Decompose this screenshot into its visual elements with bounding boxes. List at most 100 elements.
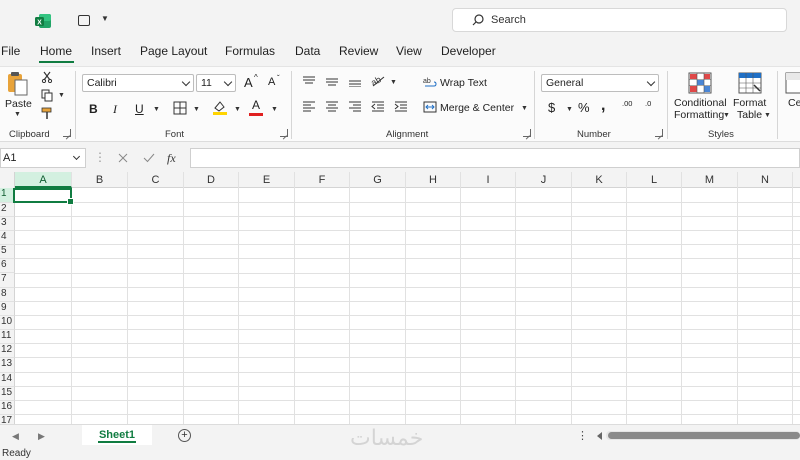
paste-dropdown-icon[interactable]: ▼ bbox=[14, 111, 21, 118]
orientation-dropdown-icon[interactable]: ▼ bbox=[390, 79, 397, 86]
format-as-table-label-1[interactable]: Format bbox=[733, 97, 766, 109]
tab-developer[interactable]: Developer bbox=[441, 44, 496, 58]
italic-button[interactable]: I bbox=[113, 103, 117, 115]
conditional-formatting-icon[interactable] bbox=[688, 72, 712, 94]
row-header[interactable]: 4 bbox=[0, 231, 15, 245]
decrease-indent-icon[interactable] bbox=[371, 101, 385, 113]
tab-home[interactable]: Home bbox=[40, 44, 72, 58]
confirm-edit-icon[interactable] bbox=[143, 153, 155, 163]
conditional-formatting-label-2[interactable]: Formatting bbox=[674, 109, 724, 121]
cell-area[interactable] bbox=[15, 188, 800, 424]
column-header[interactable]: J bbox=[516, 172, 572, 188]
conditional-formatting-dropdown-icon[interactable]: ▼ bbox=[723, 112, 730, 119]
insert-function-button[interactable]: fx bbox=[167, 151, 176, 166]
clipboard-dialog-launcher-icon[interactable] bbox=[63, 129, 71, 137]
column-header[interactable]: M bbox=[682, 172, 738, 188]
borders-icon[interactable] bbox=[173, 101, 187, 115]
merge-center-button[interactable]: Merge & Center bbox=[440, 102, 514, 114]
tab-view[interactable]: View bbox=[396, 44, 422, 58]
tab-insert[interactable]: Insert bbox=[91, 44, 121, 58]
orientation-icon[interactable]: ab bbox=[370, 73, 386, 87]
fill-color-dropdown-icon[interactable]: ▼ bbox=[234, 106, 241, 113]
percent-style-button[interactable]: % bbox=[578, 101, 590, 114]
increase-indent-icon[interactable] bbox=[394, 101, 408, 113]
accounting-dropdown-icon[interactable]: ▼ bbox=[566, 106, 573, 113]
increase-font-size-icon[interactable]: A bbox=[244, 76, 253, 89]
merge-center-dropdown-icon[interactable]: ▼ bbox=[521, 105, 528, 112]
column-header[interactable]: C bbox=[128, 172, 184, 188]
cell-styles-icon[interactable] bbox=[785, 72, 800, 94]
number-dialog-launcher-icon[interactable] bbox=[655, 129, 663, 137]
font-name-select[interactable]: Calibri bbox=[82, 74, 194, 92]
copy-dropdown-icon[interactable]: ▼ bbox=[58, 92, 65, 99]
wrap-text-button[interactable]: Wrap Text bbox=[440, 77, 487, 89]
row-header[interactable]: 2 bbox=[0, 203, 15, 217]
paste-icon[interactable] bbox=[6, 71, 30, 97]
align-middle-icon[interactable] bbox=[325, 75, 339, 87]
decrease-font-size-icon[interactable]: A bbox=[268, 77, 275, 88]
tab-review[interactable]: Review bbox=[339, 44, 378, 58]
bold-button[interactable]: B bbox=[89, 103, 98, 115]
font-size-select[interactable]: 11 bbox=[196, 74, 236, 92]
format-painter-icon[interactable] bbox=[41, 107, 54, 120]
number-format-select[interactable]: General bbox=[541, 74, 659, 92]
align-top-icon[interactable] bbox=[302, 75, 316, 87]
column-header[interactable]: B bbox=[72, 172, 128, 188]
format-as-table-icon[interactable] bbox=[738, 72, 762, 94]
quick-access-window-icon[interactable] bbox=[78, 15, 90, 26]
row-header[interactable]: 3 bbox=[0, 217, 15, 231]
align-bottom-icon[interactable] bbox=[348, 75, 362, 87]
formula-input[interactable] bbox=[190, 148, 800, 168]
accounting-format-button[interactable]: $ bbox=[548, 101, 555, 114]
wrap-text-icon[interactable]: ab bbox=[423, 75, 437, 89]
underline-button[interactable]: U bbox=[135, 103, 144, 115]
add-sheet-icon[interactable]: + bbox=[178, 429, 191, 442]
name-box[interactable]: A1 bbox=[0, 148, 86, 168]
sheet-tab-sheet1[interactable]: Sheet1 bbox=[82, 425, 152, 445]
row-header[interactable]: 6 bbox=[0, 259, 15, 273]
row-header[interactable]: 8 bbox=[0, 288, 15, 302]
next-sheet-icon[interactable]: ▶ bbox=[38, 431, 45, 442]
decrease-decimal-button[interactable]: .0 bbox=[645, 100, 651, 108]
column-header[interactable]: L bbox=[627, 172, 682, 188]
column-header[interactable]: G bbox=[350, 172, 406, 188]
conditional-formatting-label-1[interactable]: Conditional bbox=[674, 97, 727, 109]
font-color-dropdown-icon[interactable]: ▼ bbox=[271, 106, 278, 113]
column-header[interactable]: I bbox=[461, 172, 516, 188]
row-header[interactable]: 9 bbox=[0, 302, 15, 316]
align-left-icon[interactable] bbox=[302, 101, 316, 113]
formula-bar-handle-icon[interactable]: ⋮ bbox=[94, 150, 106, 164]
font-color-icon[interactable]: A bbox=[252, 99, 260, 111]
column-header[interactable]: H bbox=[406, 172, 461, 188]
tab-data[interactable]: Data bbox=[295, 44, 320, 58]
row-header[interactable]: 17 bbox=[0, 415, 15, 424]
row-header[interactable]: 7 bbox=[0, 273, 15, 288]
horizontal-scroll-thumb[interactable] bbox=[608, 432, 800, 439]
active-cell-a1[interactable] bbox=[13, 188, 74, 205]
row-header[interactable]: 12 bbox=[0, 344, 15, 358]
row-header[interactable]: 14 bbox=[0, 373, 15, 387]
format-as-table-dropdown-icon[interactable]: ▼ bbox=[764, 112, 771, 119]
fill-color-icon[interactable] bbox=[212, 99, 228, 116]
cell-styles-label-partial[interactable]: Ce bbox=[788, 97, 800, 109]
quick-access-dropdown-icon[interactable]: ▼ bbox=[101, 14, 109, 23]
row-header[interactable]: 10 bbox=[0, 316, 15, 330]
increase-decimal-button[interactable]: .00 bbox=[622, 100, 632, 108]
tab-file[interactable]: File bbox=[1, 44, 20, 58]
align-right-icon[interactable] bbox=[348, 101, 362, 113]
previous-sheet-icon[interactable]: ◀ bbox=[12, 431, 19, 442]
underline-dropdown-icon[interactable]: ▼ bbox=[153, 106, 160, 113]
row-header[interactable]: 16 bbox=[0, 401, 15, 415]
row-header[interactable]: 11 bbox=[0, 330, 15, 344]
comma-style-button[interactable]: , bbox=[601, 98, 605, 114]
merge-center-icon[interactable] bbox=[423, 101, 437, 113]
column-header[interactable]: A bbox=[15, 172, 72, 188]
font-dialog-launcher-icon[interactable] bbox=[280, 129, 288, 137]
align-center-icon[interactable] bbox=[325, 101, 339, 113]
borders-dropdown-icon[interactable]: ▼ bbox=[193, 106, 200, 113]
copy-icon[interactable] bbox=[41, 89, 55, 102]
alignment-dialog-launcher-icon[interactable] bbox=[523, 129, 531, 137]
format-as-table-label-2[interactable]: Table bbox=[737, 109, 762, 121]
search-box[interactable]: Search bbox=[452, 8, 787, 32]
worksheet-grid[interactable]: A B C D E F G H I J K L M N 1 2 3 4 5 6 … bbox=[0, 172, 800, 424]
